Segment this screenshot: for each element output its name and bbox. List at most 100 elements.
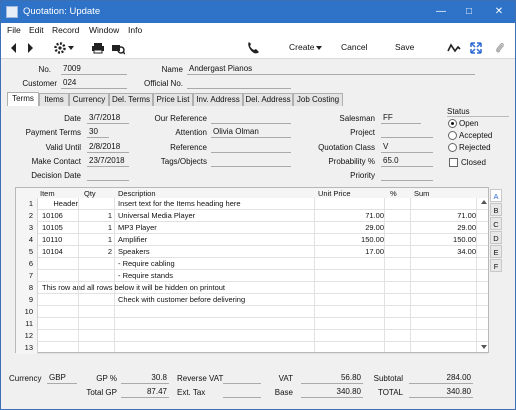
cell-desc[interactable]: Speakers xyxy=(118,247,314,256)
status-rejected-radio[interactable] xyxy=(448,143,457,152)
table-row[interactable]: 6 - Require cabling xyxy=(16,258,488,270)
tab-del-terms[interactable]: Del. Terms xyxy=(109,93,153,106)
table-row[interactable]: 9 Check with customer before delivering xyxy=(16,294,488,306)
status-accepted-radio[interactable] xyxy=(448,131,457,140)
table-row[interactable]: 13 xyxy=(16,342,488,354)
cell-desc[interactable]: Amplifier xyxy=(118,235,314,244)
cell-qty[interactable]: 1 xyxy=(80,223,112,232)
minimize-icon[interactable]: — xyxy=(433,4,449,20)
attachment-icon[interactable] xyxy=(493,41,507,55)
print-icon[interactable] xyxy=(91,41,105,55)
reference-field[interactable] xyxy=(211,142,291,153)
payment-terms-field[interactable]: 30 xyxy=(87,127,109,138)
salesman-field[interactable]: FF xyxy=(381,113,421,124)
cell-price[interactable]: 17.00 xyxy=(316,247,384,256)
scroll-down-icon[interactable] xyxy=(480,343,488,351)
reverse-vat-field[interactable] xyxy=(223,373,261,384)
print-preview-icon[interactable] xyxy=(111,41,125,55)
tags-objects-field[interactable] xyxy=(211,156,291,167)
table-row[interactable]: 11 xyxy=(16,318,488,330)
cell-sum[interactable]: 150.00 xyxy=(412,235,476,244)
cancel-button[interactable]: Cancel xyxy=(341,42,367,52)
tab-inv-address[interactable]: Inv. Address xyxy=(193,93,243,106)
tab-terms[interactable]: Terms xyxy=(7,92,39,106)
grid-tab-c[interactable]: C xyxy=(490,217,502,230)
closed-checkbox[interactable] xyxy=(449,158,458,167)
cell-item[interactable]: 10110 xyxy=(42,235,78,244)
project-field[interactable] xyxy=(381,127,433,138)
tab-items[interactable]: Items xyxy=(39,93,69,106)
grid-tab-d[interactable]: D xyxy=(490,231,502,244)
our-reference-field[interactable] xyxy=(211,113,291,124)
maximize-icon[interactable]: □ xyxy=(461,4,477,20)
cell-qty[interactable]: 2 xyxy=(80,247,112,256)
close-icon[interactable]: ✕ xyxy=(491,4,507,20)
cell-item[interactable]: 10105 xyxy=(42,223,78,232)
tab-del-address[interactable]: Del. Address xyxy=(243,93,293,106)
previous-icon[interactable] xyxy=(7,41,21,55)
phone-icon[interactable] xyxy=(246,41,260,55)
gear-icon[interactable] xyxy=(53,41,67,55)
menu-file[interactable]: File xyxy=(7,25,21,35)
cell-desc[interactable]: Insert text for the Items heading here xyxy=(118,199,314,208)
tab-price-list[interactable]: Price List xyxy=(153,93,193,106)
date-field[interactable]: 3/7/2018 xyxy=(87,113,129,124)
expand-icon[interactable] xyxy=(469,41,483,55)
official-no-field[interactable] xyxy=(187,78,291,89)
create-menu-chevron-icon[interactable] xyxy=(315,41,323,55)
table-row[interactable]: 12 xyxy=(16,330,488,342)
scroll-up-icon[interactable] xyxy=(480,198,488,206)
quotation-class-field[interactable]: V xyxy=(381,142,433,153)
cell-price[interactable]: 71.00 xyxy=(316,211,384,220)
name-field[interactable]: Andergast Pianos xyxy=(187,64,475,75)
table-row[interactable]: 7 - Require stands xyxy=(16,270,488,282)
next-icon[interactable] xyxy=(23,41,37,55)
cell-price[interactable]: 150.00 xyxy=(316,235,384,244)
probability-field[interactable]: 65.0 xyxy=(381,156,433,167)
cell-desc[interactable]: Check with customer before delivering xyxy=(118,295,314,304)
cell-qty[interactable]: 1 xyxy=(80,211,112,220)
menu-window[interactable]: Window xyxy=(89,25,119,35)
cell-desc[interactable]: Universal Media Player xyxy=(118,211,314,220)
valid-until-field[interactable]: 2/8/2018 xyxy=(87,142,129,153)
cell-price[interactable]: 29.00 xyxy=(316,223,384,232)
table-row[interactable]: 8 This row and all rows below it will be … xyxy=(16,282,488,294)
table-row[interactable]: 4 10110 1 Amplifier 150.00 150.00 xyxy=(16,234,488,246)
chevron-down-icon[interactable] xyxy=(67,41,75,55)
create-button[interactable]: Create xyxy=(289,42,315,52)
currency-field[interactable]: GBP xyxy=(47,373,77,384)
tab-currency[interactable]: Currency xyxy=(69,93,109,106)
tab-job-costing[interactable]: Job Costing xyxy=(293,93,343,106)
cell-desc[interactable]: - Require cabling xyxy=(118,259,314,268)
decision-date-field[interactable] xyxy=(87,170,129,181)
table-row[interactable]: 5 10104 2 Speakers 17.00 34.00 xyxy=(16,246,488,258)
grid-tab-b[interactable]: B xyxy=(490,203,502,216)
cell-item[interactable]: This row and all rows below it will be h… xyxy=(42,283,342,292)
cell-sum[interactable]: 29.00 xyxy=(412,223,476,232)
customer-field[interactable]: 024 xyxy=(61,78,127,89)
grid-tab-e[interactable]: E xyxy=(490,245,502,258)
ext-tax-field[interactable] xyxy=(223,387,261,398)
cell-desc[interactable]: MP3 Player xyxy=(118,223,314,232)
cell-item[interactable]: 10106 xyxy=(42,211,78,220)
make-contact-field[interactable]: 23/7/2018 xyxy=(87,156,129,167)
menu-edit[interactable]: Edit xyxy=(29,25,44,35)
menu-record[interactable]: Record xyxy=(52,25,79,35)
activity-icon[interactable] xyxy=(447,41,461,55)
menu-info[interactable]: Info xyxy=(128,25,142,35)
table-row[interactable]: 1 Header Insert text for the Items heading… xyxy=(16,198,488,210)
cell-sum[interactable]: 34.00 xyxy=(412,247,476,256)
table-row[interactable]: 2 10106 1 Universal Media Player 71.00 71.00 xyxy=(16,210,488,222)
cell-qty[interactable]: 1 xyxy=(80,235,112,244)
grid-tab-a[interactable]: A xyxy=(490,189,502,202)
table-row[interactable]: 10 xyxy=(16,306,488,318)
priority-field[interactable] xyxy=(381,170,433,181)
cell-item[interactable]: 10104 xyxy=(42,247,78,256)
cell-item[interactable]: Header xyxy=(42,199,78,208)
status-open-radio[interactable] xyxy=(448,119,457,128)
cell-desc[interactable]: - Require stands xyxy=(118,271,314,280)
save-button[interactable]: Save xyxy=(395,42,414,52)
grid-tab-f[interactable]: F xyxy=(490,259,502,272)
no-field[interactable]: 7009 xyxy=(61,64,127,75)
table-row[interactable]: 3 10105 1 MP3 Player 29.00 29.00 xyxy=(16,222,488,234)
